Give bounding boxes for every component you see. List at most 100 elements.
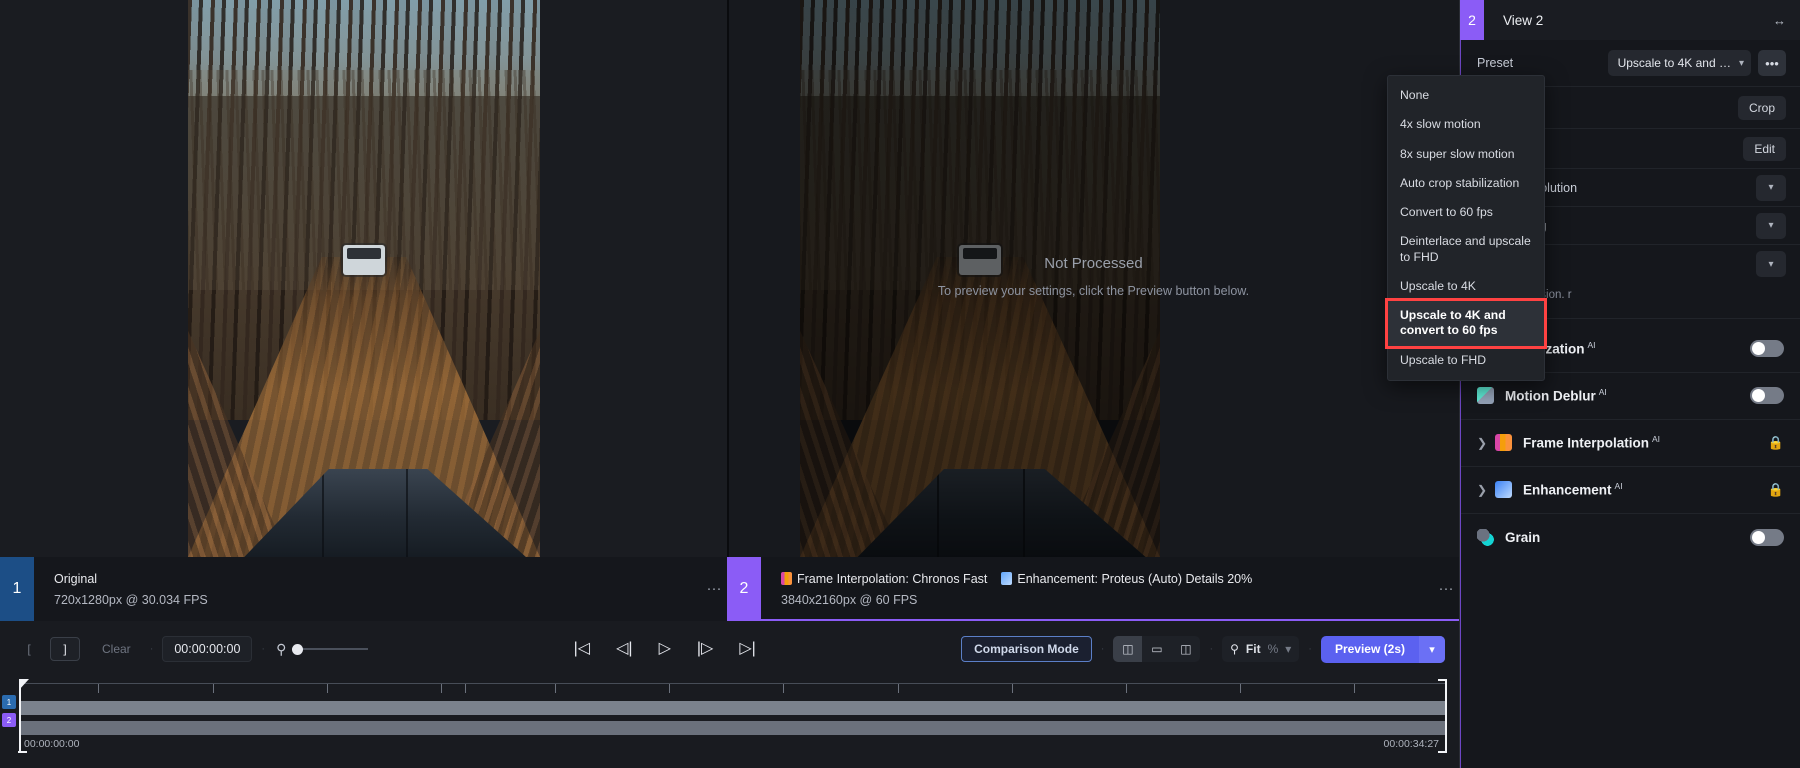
preset-option-upscale-to-4k-and-convert-to-60-fps[interactable]: Upscale to 4K and convert to 60 fps bbox=[1385, 298, 1547, 349]
video-info-bar: 1 Original 720x1280px @ 30.034 FPS · · · 2… bbox=[0, 557, 1459, 621]
timecode-field[interactable]: 00:00:00:00 bbox=[162, 636, 253, 662]
input-edit-button[interactable]: Edit bbox=[1743, 136, 1786, 161]
timeline-end-marker[interactable] bbox=[1438, 679, 1447, 753]
timeline-track-1[interactable] bbox=[20, 701, 1447, 715]
feature-row-frame-interpolation[interactable]: ❯ Frame Interpolation AI 🔒 bbox=[1461, 420, 1800, 467]
feature-row-grain[interactable]: Grain bbox=[1461, 514, 1800, 561]
timeline-start-time: 00:00:00:00 bbox=[24, 738, 80, 750]
preset-option-convert-to-60-fps[interactable]: Convert to 60 fps bbox=[1388, 198, 1544, 227]
next-frame-icon[interactable]: |▷ bbox=[697, 641, 713, 657]
app-root: Not Processed To preview your settings, … bbox=[0, 0, 1800, 768]
not-processed-subtitle: To preview your settings, click the Prev… bbox=[937, 284, 1250, 298]
timeline-badge-1[interactable]: 1 bbox=[2, 695, 16, 709]
feature-row-enhancement[interactable]: ❯ Enhancement AI 🔒 bbox=[1461, 467, 1800, 514]
preview-button[interactable]: Preview (2s) bbox=[1321, 636, 1419, 663]
output-resolution-select[interactable]: ▾ bbox=[1756, 174, 1786, 201]
frame-interpolation-icon bbox=[781, 572, 792, 585]
chevron-right-icon[interactable]: ❯ bbox=[1477, 436, 1495, 450]
enhancement-label: Enhancement AI bbox=[1523, 481, 1623, 498]
preset-option-upscale-to-4k[interactable]: Upscale to 4K bbox=[1388, 272, 1544, 301]
expand-horizontal-icon[interactable]: ↔ bbox=[1773, 13, 1786, 28]
chevron-down-icon[interactable]: ▾ bbox=[1285, 642, 1291, 656]
grain-label: Grain bbox=[1505, 530, 1540, 545]
timeline-ruler[interactable] bbox=[20, 683, 1447, 701]
video-pane-processed[interactable]: Not Processed To preview your settings, … bbox=[728, 0, 1459, 557]
info-text-2: Frame Interpolation: Chronos Fast Enhanc… bbox=[761, 572, 1433, 607]
go-to-start-icon[interactable]: |◁ bbox=[574, 641, 590, 657]
preset-option-8x-super-slow-motion[interactable]: 8x super slow motion bbox=[1388, 140, 1544, 169]
preset-dropdown-menu[interactable]: None 4x slow motion 8x super slow motion… bbox=[1385, 75, 1547, 381]
info-kebab-1[interactable]: · · · bbox=[701, 557, 727, 621]
info-title-1: Original bbox=[54, 571, 98, 586]
info-text-1: Original 720x1280px @ 30.034 FPS bbox=[34, 572, 701, 607]
timeline-badge-2[interactable]: 2 bbox=[2, 713, 16, 727]
preset-option-deinterlace-and-upscale-to-fhd[interactable]: Deinterlace and upscale to FHD bbox=[1388, 227, 1544, 272]
mark-in-button[interactable]: [ bbox=[14, 637, 44, 661]
timeline-track-2[interactable] bbox=[20, 721, 1447, 735]
separator-2: · bbox=[261, 643, 266, 655]
preset-more-button[interactable]: ••• bbox=[1758, 50, 1786, 76]
info-badge-2: 2 bbox=[727, 557, 761, 621]
info-spec-1: 720x1280px @ 30.034 FPS bbox=[54, 592, 208, 607]
chevron-right-icon[interactable]: ❯ bbox=[1477, 483, 1495, 497]
info-kebab-2[interactable]: · · · bbox=[1433, 557, 1459, 621]
crop-button[interactable]: Crop bbox=[1737, 95, 1786, 120]
ai-badge: AI bbox=[1652, 434, 1661, 445]
layout-sidebyside-button[interactable]: ◫ bbox=[1171, 636, 1200, 662]
video-pane-original[interactable] bbox=[0, 0, 727, 557]
ai-badge: AI bbox=[1614, 481, 1623, 492]
output-resolution-actions: ▾ bbox=[1756, 174, 1786, 201]
zoom-fit-selector[interactable]: ⚲ Fit % ▾ bbox=[1222, 636, 1300, 662]
timeline[interactable]: 1 2 00:00:00:00 00:00:34:27 bbox=[0, 677, 1459, 768]
layout-single-button[interactable]: ▭ bbox=[1142, 636, 1171, 662]
info-badge-1: 1 bbox=[0, 557, 34, 621]
preset-controls: Upscale to 4K and … ▾ ••• None 4x slow m… bbox=[1385, 50, 1786, 381]
frame-interpolation-label: Frame Interpolation AI bbox=[1523, 434, 1660, 451]
frame-rate-select[interactable]: ▾ bbox=[1756, 251, 1786, 277]
motion-deblur-icon bbox=[1477, 387, 1494, 405]
grain-toggle[interactable] bbox=[1750, 528, 1784, 546]
comparison-mode-button[interactable]: Comparison Mode bbox=[961, 636, 1092, 662]
clear-button[interactable]: Clear bbox=[92, 637, 141, 661]
crop-setting-select[interactable]: ▾ bbox=[1756, 212, 1786, 239]
zoom-slider-knob[interactable] bbox=[292, 643, 304, 655]
motion-deblur-toggle[interactable] bbox=[1750, 387, 1784, 405]
enhancement-icon bbox=[1001, 572, 1013, 585]
preview-button-group: Preview (2s) ▾ bbox=[1320, 635, 1445, 663]
info-spec-2: 3840x2160px @ 60 FPS bbox=[781, 592, 918, 607]
stabilization-toggle[interactable] bbox=[1750, 340, 1784, 358]
mark-out-button[interactable]: ] bbox=[50, 637, 80, 661]
zoom-icon[interactable]: ⚲ bbox=[276, 641, 286, 658]
go-to-end-icon[interactable]: ▷| bbox=[739, 641, 755, 657]
frame-interpolation-name: Frame Interpolation bbox=[1523, 435, 1650, 451]
hood-line-2 bbox=[406, 469, 409, 557]
video-section-actions: Crop bbox=[1737, 95, 1786, 120]
preset-select-value: Upscale to 4K and … bbox=[1617, 56, 1731, 70]
pane-divider[interactable] bbox=[727, 0, 729, 557]
not-processed-message: Not Processed To preview your settings, … bbox=[728, 255, 1459, 298]
preset-option-upscale-to-fhd[interactable]: Upscale to FHD bbox=[1388, 346, 1544, 375]
timeline-track-badges: 1 2 bbox=[2, 695, 18, 731]
play-icon[interactable]: ▷ bbox=[659, 641, 671, 657]
preset-option-auto-crop-stabilization[interactable]: Auto crop stabilization bbox=[1388, 169, 1544, 198]
previous-frame-icon[interactable]: ◁| bbox=[616, 641, 632, 657]
separator-5: · bbox=[1308, 643, 1312, 655]
settings-panel: 2 View 2 ↔ Preset Upscale to 4K and … ▾ … bbox=[1385, 0, 1800, 768]
view-controls: Comparison Mode · ◫ ▭ ◫ · ⚲ Fit % ▾ · Pr… bbox=[961, 635, 1445, 663]
separator-4: · bbox=[1209, 643, 1214, 655]
frame-rate-actions: ▾ bbox=[1756, 251, 1786, 277]
preset-option-4x-slow-motion[interactable]: 4x slow motion bbox=[1388, 110, 1544, 139]
separator-1: · bbox=[149, 643, 154, 655]
playback-controls-bar: [ ] Clear · 00:00:00:00 · ⚲ |◁ ◁| ▷ |▷ ▷… bbox=[0, 621, 1459, 677]
lock-icon[interactable]: 🔒 bbox=[1768, 482, 1784, 498]
zoom-slider[interactable] bbox=[292, 642, 369, 656]
preset-select[interactable]: Upscale to 4K and … ▾ bbox=[1607, 50, 1751, 76]
info-panel-processed: 2 Frame Interpolation: Chronos Fast Enha… bbox=[727, 557, 1459, 621]
layout-split-button[interactable]: ◫ bbox=[1113, 636, 1143, 662]
timeline-playhead[interactable] bbox=[18, 679, 27, 753]
preset-row: Preset Upscale to 4K and … ▾ ••• None 4x… bbox=[1385, 40, 1800, 381]
zoom-fit-percent: % bbox=[1267, 642, 1279, 656]
preview-dropdown-chevron-down-icon[interactable]: ▾ bbox=[1419, 635, 1445, 663]
preset-option-none[interactable]: None bbox=[1388, 81, 1544, 110]
lock-icon[interactable]: 🔒 bbox=[1768, 435, 1784, 451]
